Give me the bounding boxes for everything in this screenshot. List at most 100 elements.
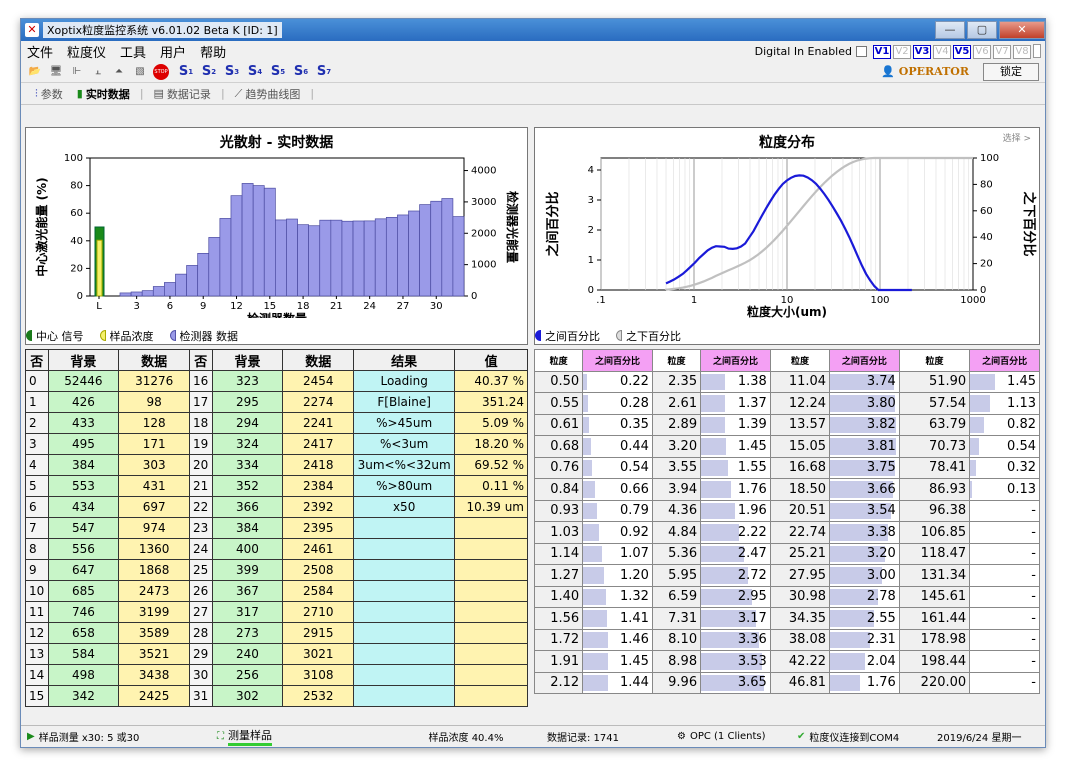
- size-cell: 0.55: [533, 392, 584, 415]
- table-row: 0.55 0.28 2.61 1.37 12.24 3.80 57.54 1.13: [533, 392, 1040, 415]
- play-icon: ▶: [27, 731, 35, 742]
- tab-records[interactable]: ▤ 数据记录: [150, 85, 215, 103]
- size-cell: 11.04: [769, 370, 831, 393]
- s-button-4[interactable]: S4: [246, 64, 264, 80]
- size-col-header: 粒度: [533, 349, 584, 372]
- result-name: %>45um: [353, 412, 456, 434]
- tab-realtime[interactable]: ▮ 实时数据: [73, 85, 134, 103]
- detector-cell: 400: [211, 538, 284, 560]
- detector-cell: 2384: [282, 475, 355, 497]
- v-indicator-3: V3: [913, 44, 931, 59]
- detector-cell: 28: [189, 622, 213, 644]
- percent-cell: 1.76: [700, 478, 771, 501]
- size-cell: 2.61: [651, 392, 702, 415]
- detector-cell: 15: [25, 685, 49, 707]
- x-axis-label: 粒度大小(um): [747, 304, 827, 318]
- percent-cell: 0.79: [582, 499, 653, 522]
- maximize-button[interactable]: ▢: [967, 21, 997, 39]
- detector-bar: [119, 292, 132, 297]
- table-row: 5 553 431 21 352 2384 %>80um 0.11 %: [25, 475, 528, 497]
- v-indicator-4: V4: [933, 44, 951, 59]
- chart-icon[interactable]: ⫠: [90, 64, 106, 80]
- detector-bar: [252, 185, 265, 297]
- table-row: 1.40 1.32 6.59 2.95 30.98 2.78 145.61-: [533, 585, 1040, 608]
- detector-cell: 366: [211, 496, 284, 518]
- y2-tick-label: 4000: [471, 166, 496, 177]
- stop-icon[interactable]: STOP: [153, 63, 169, 80]
- result-value: 5.09 %: [454, 412, 528, 434]
- x-tick-label: 1: [691, 295, 697, 306]
- detector-cell: 302: [211, 685, 284, 707]
- detector-cell: 434: [47, 496, 120, 518]
- s-button-5[interactable]: S5: [269, 64, 287, 80]
- x-tick-label: 21: [330, 301, 343, 312]
- tree-icon[interactable]: ⊩: [69, 64, 85, 80]
- detector-cell: 553: [47, 475, 120, 497]
- menu-tools[interactable]: 工具: [120, 42, 146, 61]
- detector-cell: 547: [47, 517, 120, 539]
- percent-cell: 1.96: [700, 499, 771, 522]
- x-tick-label: 27: [397, 301, 410, 312]
- menu-instrument[interactable]: 粒度仪: [67, 42, 106, 61]
- monitor-icon[interactable]: 🖥: [48, 64, 64, 80]
- detector-cell: 4: [25, 454, 49, 476]
- detector-bar: [197, 252, 210, 297]
- s-button-3[interactable]: S3: [223, 64, 241, 80]
- percent-cell: 3.54: [829, 499, 900, 522]
- s-button-7[interactable]: S7: [315, 64, 333, 80]
- detector-bar: [352, 220, 365, 297]
- result-name: F[Blaine]: [353, 391, 456, 413]
- table-row: 1.27 1.20 5.95 2.72 27.95 3.00 131.34-: [533, 564, 1040, 587]
- menu-help[interactable]: 帮助: [200, 42, 226, 61]
- detector-cell: 30: [189, 664, 213, 686]
- detector-cell: 342: [47, 685, 120, 707]
- percent-cell: 1.44: [582, 671, 653, 694]
- percent-cell: 0.82: [969, 413, 1040, 436]
- detector-bar: [408, 210, 420, 297]
- detector-cell: 2454: [282, 370, 355, 392]
- lock-button[interactable]: 锁定: [983, 62, 1039, 81]
- size-cell: 86.93: [898, 478, 971, 501]
- x-tick-label: 9: [200, 301, 206, 312]
- open-folder-icon[interactable]: 📂: [27, 64, 43, 80]
- size-cell: 1.40: [533, 585, 584, 608]
- measure-sample-button[interactable]: 测量样品: [228, 727, 272, 746]
- size-cell: 0.93: [533, 499, 584, 522]
- size-col-header: 粒度: [898, 349, 971, 372]
- flask-icon[interactable]: ⏶: [111, 64, 127, 80]
- minimize-button[interactable]: —: [935, 21, 965, 39]
- menu-user[interactable]: 用户: [160, 42, 186, 61]
- detector-cell: 647: [47, 559, 120, 581]
- digital-in-checkbox[interactable]: [856, 45, 867, 57]
- detector-bar: [164, 282, 176, 297]
- detector-cell: 26: [189, 580, 213, 602]
- percent-cell: 1.38: [700, 370, 771, 393]
- percent-cell: 3.17: [700, 607, 771, 630]
- size-distribution-chart: .1 1 10 100 100001234020406080100粒度大小(um)之间百…: [545, 153, 1037, 318]
- close-button[interactable]: ✕: [999, 21, 1045, 39]
- s-button-1[interactable]: S1: [177, 64, 195, 80]
- detector-cell: 3: [25, 433, 49, 455]
- detector-cell: 658: [47, 622, 120, 644]
- image-icon[interactable]: ▧: [132, 64, 148, 80]
- y2-tick-label: 80: [980, 179, 993, 190]
- tab-trend[interactable]: ⟋ 趋势曲线图: [231, 85, 305, 103]
- size-cell: 42.22: [769, 650, 831, 673]
- s-button-6[interactable]: S6: [292, 64, 310, 80]
- v-indicator-6: V6: [973, 44, 991, 59]
- table-row: 0 52446 31276 16 323 2454 Loading 40.37 %: [25, 370, 528, 392]
- percent-cell: 0.35: [582, 413, 653, 436]
- s-button-2[interactable]: S2: [200, 64, 218, 80]
- percent-cell: 1.20: [582, 564, 653, 587]
- y2-tick-label: 3000: [471, 197, 496, 208]
- detector-cell: 3021: [282, 643, 355, 665]
- y-tick-label: 4: [588, 165, 594, 176]
- result-value: 0.11 %: [454, 475, 528, 497]
- x-tick-label: 6: [167, 301, 173, 312]
- detector-cell: 294: [211, 412, 284, 434]
- tab-params[interactable]: ⫶ 参数: [31, 85, 67, 103]
- result-value: 18.20 %: [454, 433, 528, 455]
- result-name: [353, 685, 456, 707]
- menu-file[interactable]: 文件: [27, 42, 53, 61]
- percent-cell: 1.13: [969, 392, 1040, 415]
